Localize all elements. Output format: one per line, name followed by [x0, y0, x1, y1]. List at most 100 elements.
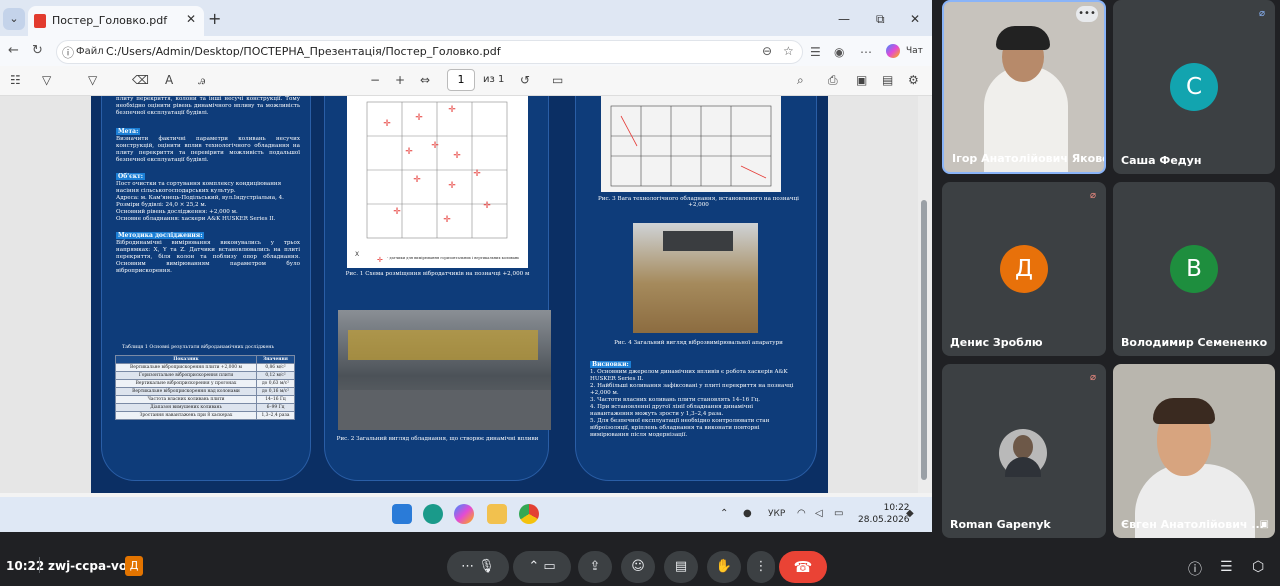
- present-button[interactable]: ⇪: [578, 551, 612, 583]
- participant-tile[interactable]: ⌀ Roman Gapenyk: [942, 364, 1106, 538]
- svg-text:✛: ✛: [377, 256, 383, 264]
- participant-avatar: С: [1170, 63, 1218, 111]
- svg-text:✛: ✛: [431, 141, 439, 151]
- scrollbar-thumb[interactable]: [921, 200, 927, 480]
- back-icon[interactable]: ←: [8, 43, 19, 58]
- object-size: Розміри будівлі: 24,0 × 25,2 м.: [116, 202, 207, 208]
- settings-icon[interactable]: ⚙: [908, 73, 919, 87]
- poster-column-left: плиту перекриття, колони та інші несучі …: [101, 96, 311, 481]
- url-text: C:/Users/Admin/Desktop/ПОСТЕРНА_Презента…: [106, 45, 501, 58]
- refresh-icon[interactable]: ↻: [32, 43, 43, 58]
- svg-text:✛: ✛: [448, 181, 456, 191]
- eraser-icon[interactable]: ⌫: [132, 73, 149, 87]
- table-cell: Вертикальне віброприскорення плити +2,00…: [115, 363, 257, 372]
- copilot-icon[interactable]: [886, 44, 900, 58]
- end-call-button[interactable]: ☎: [779, 551, 827, 583]
- clock[interactable]: 10:22 28.05.2026: [858, 502, 910, 526]
- chat-icon[interactable]: ☰: [1220, 559, 1233, 575]
- chat-label[interactable]: Чат: [906, 46, 923, 56]
- zoom-icon[interactable]: ⊖: [762, 44, 772, 58]
- audio-settings-button[interactable]: ⋯ 🎙: [447, 551, 509, 583]
- object-address: Адреса: м. Кам'янець-Подільський, вул.Ін…: [116, 195, 284, 201]
- file-icon: ⓘ: [62, 46, 75, 60]
- chevron-up-icon[interactable]: ⌃: [720, 508, 728, 519]
- edge-icon[interactable]: [423, 504, 443, 524]
- camera-button[interactable]: ⌃ ▭: [513, 551, 571, 583]
- restore-button[interactable]: ⧉: [876, 12, 885, 27]
- activities-icon[interactable]: ⬡: [1252, 559, 1264, 575]
- raise-hand-button[interactable]: ✋: [707, 551, 741, 583]
- participant-photo: [999, 429, 1047, 477]
- poster-column-right: Рис. 3 Вага технологічного обладнання, в…: [575, 96, 817, 481]
- read-aloud-icon[interactable]: A: [165, 73, 173, 87]
- info-icon[interactable]: ⓘ: [1188, 559, 1202, 579]
- print-icon[interactable]: ⎙: [828, 73, 838, 88]
- browser-tab[interactable]: Постер_Головко.pdf ✕: [28, 6, 204, 36]
- new-tab-button[interactable]: +: [208, 9, 221, 28]
- translate-icon[interactable]: ꭿ: [198, 73, 205, 88]
- minimize-button[interactable]: —: [838, 12, 850, 26]
- goal-text: Визначити фактичні параметри коливань не…: [116, 136, 300, 163]
- save-as-icon[interactable]: ▤: [882, 73, 893, 87]
- profile-icon[interactable]: ◉: [834, 45, 844, 59]
- table-cell: Вертикальне віброприскорення у прогонах: [115, 379, 257, 388]
- search-icon[interactable]: ⌕: [797, 73, 804, 88]
- shared-screen: ⌄ Постер_Головко.pdf ✕ + — ⧉ ✕ ← ↻ ⓘ Фай…: [0, 0, 932, 532]
- participant-tile[interactable]: ••• Ігор Анатолійович Якове...: [942, 0, 1106, 174]
- copilot-taskbar-icon[interactable]: [454, 504, 474, 524]
- tab-actions-button[interactable]: ⌄: [3, 8, 25, 30]
- table-cell: 0,12 м/с²: [255, 371, 296, 380]
- favorites-icon[interactable]: ☰: [810, 45, 821, 59]
- participant-tile[interactable]: Д ⌀ Денис Зроблю: [942, 182, 1106, 356]
- rotate-icon[interactable]: ↺: [520, 73, 530, 87]
- highlight-icon[interactable]: ▽: [42, 73, 51, 87]
- table-row: Частота власних коливань плити 14–16 Гц: [115, 395, 296, 404]
- microphone-icon[interactable]: ●: [743, 508, 752, 519]
- figure2-caption: Рис. 2 Загальний вигляд обладнання, що с…: [336, 436, 539, 442]
- table-cell: 14–16 Гц: [255, 395, 296, 404]
- zoom-out-icon[interactable]: −: [370, 73, 380, 87]
- emoji-button[interactable]: ☺: [621, 551, 655, 583]
- avatar-initial: В: [1186, 256, 1202, 282]
- table-cell: Зростання навантажень при 8 хаскерах: [115, 411, 257, 420]
- participant-tile[interactable]: С ⌀ Саша Федун: [1113, 0, 1275, 174]
- more-icon[interactable]: ⋯: [860, 45, 872, 59]
- table-cell: до 0,16 м/с²: [255, 387, 296, 396]
- fit-page-icon[interactable]: ⇔: [420, 73, 430, 87]
- address-bar-row: ← ↻ ⓘ Файл C:/Users/Admin/Desktop/ПОСТЕР…: [0, 36, 932, 66]
- svg-text:✛: ✛: [483, 201, 491, 211]
- wifi-icon[interactable]: ◠: [797, 508, 806, 519]
- participant-tile[interactable]: В Володимир Семененко: [1113, 182, 1275, 356]
- vertical-scrollbar[interactable]: [918, 96, 932, 493]
- method-text: Вібродинамічні вимірювання виконувались …: [116, 240, 300, 274]
- table-row: Горизонтальне віброприскорення плити 0,12…: [115, 371, 296, 380]
- close-tab-icon[interactable]: ✕: [186, 12, 196, 26]
- tab-title: Постер_Головко.pdf: [52, 14, 168, 27]
- participant-tile[interactable]: ▣ Євген Анатолійович ...: [1113, 364, 1275, 538]
- battery-icon[interactable]: ▭: [834, 508, 843, 519]
- table-row: Вертикальне віброприскорення над колонам…: [115, 387, 296, 396]
- file-explorer-icon[interactable]: [487, 504, 507, 524]
- favorite-star-icon[interactable]: ☆: [783, 44, 794, 58]
- conclusions-heading: Висновки:: [590, 361, 631, 368]
- language-indicator[interactable]: УКР: [768, 509, 785, 519]
- volume-icon[interactable]: ◁: [815, 508, 823, 519]
- close-window-button[interactable]: ✕: [910, 12, 920, 26]
- captions-button[interactable]: ▤: [664, 551, 698, 583]
- app-badge[interactable]: Д: [125, 556, 143, 576]
- pdf-toolbar: ☷ ▽ ▽ ⌫ A ꭿ − + ⇔ 1 из 1 ↺ ▭ ⌕ ⎙ ▣ ▤ ⚙: [0, 66, 932, 96]
- notification-icon[interactable]: ◆: [906, 508, 914, 519]
- save-icon[interactable]: ▣: [856, 73, 867, 87]
- more-options-button[interactable]: ⋮: [747, 551, 775, 583]
- more-options-icon[interactable]: •••: [1076, 6, 1098, 22]
- draw-icon[interactable]: ▽: [88, 73, 97, 87]
- page-number-input[interactable]: 1: [447, 69, 475, 91]
- pdf-viewer[interactable]: плиту перекриття, колони та інші несучі …: [0, 96, 932, 493]
- contents-icon[interactable]: ☷: [10, 73, 21, 87]
- figure3-caption: Рис. 3 Вага технологічного обладнання, в…: [598, 196, 799, 208]
- zoom-in-icon[interactable]: +: [395, 73, 405, 87]
- page-view-icon[interactable]: ▭: [552, 73, 563, 87]
- windows-start-icon[interactable]: [392, 504, 412, 524]
- chrome-icon[interactable]: [519, 504, 539, 524]
- address-field[interactable]: ⓘ Файл C:/Users/Admin/Desktop/ПОСТЕРНА_П…: [56, 40, 803, 64]
